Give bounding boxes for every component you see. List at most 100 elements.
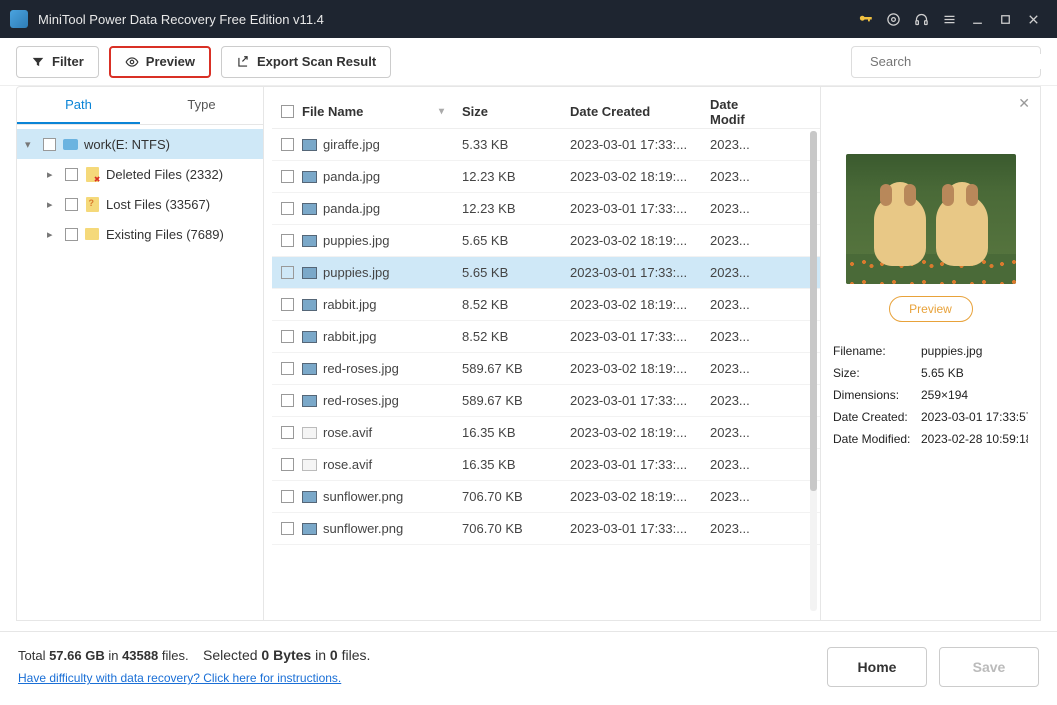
total-mid: in: [105, 648, 122, 663]
file-modified: 2023...: [710, 329, 770, 344]
search-input[interactable]: [870, 54, 1046, 69]
file-checkbox[interactable]: [281, 522, 294, 535]
file-checkbox[interactable]: [281, 298, 294, 311]
sort-arrow-icon[interactable]: ▾: [439, 106, 444, 117]
headphones-icon[interactable]: [907, 5, 935, 33]
file-row[interactable]: rose.avif16.35 KB2023-03-01 17:33:...202…: [272, 449, 820, 481]
file-modified: 2023...: [710, 233, 770, 248]
window-title: MiniTool Power Data Recovery Free Editio…: [38, 12, 851, 27]
tree-checkbox[interactable]: [65, 198, 78, 211]
tree-tabs: Path Type: [17, 87, 263, 125]
file-checkbox[interactable]: [281, 458, 294, 471]
file-row[interactable]: rabbit.jpg8.52 KB2023-03-01 17:33:...202…: [272, 321, 820, 353]
file-row[interactable]: giraffe.jpg5.33 KB2023-03-01 17:33:...20…: [272, 129, 820, 161]
search-box[interactable]: [851, 46, 1041, 78]
maximize-icon[interactable]: [991, 5, 1019, 33]
col-filename[interactable]: File Name: [302, 104, 363, 119]
meta-modified-key: Date Modified:: [833, 432, 921, 446]
file-row[interactable]: red-roses.jpg589.67 KB2023-03-02 18:19:.…: [272, 353, 820, 385]
caret-down-icon[interactable]: ▾: [25, 138, 37, 151]
file-name: sunflower.png: [323, 521, 403, 536]
file-row[interactable]: puppies.jpg5.65 KB2023-03-02 18:19:...20…: [272, 225, 820, 257]
file-created: 2023-03-01 17:33:...: [570, 137, 710, 152]
file-checkbox[interactable]: [281, 202, 294, 215]
file-name: giraffe.jpg: [323, 137, 380, 152]
file-checkbox[interactable]: [281, 330, 294, 343]
menu-icon[interactable]: [935, 5, 963, 33]
file-modified: 2023...: [710, 521, 770, 536]
file-checkbox[interactable]: [281, 266, 294, 279]
filter-icon: [31, 55, 45, 69]
tab-type[interactable]: Type: [140, 87, 263, 124]
file-row[interactable]: rabbit.jpg8.52 KB2023-03-02 18:19:...202…: [272, 289, 820, 321]
file-size: 5.65 KB: [462, 265, 570, 280]
total-prefix: Total: [18, 648, 49, 663]
tree-existing-files[interactable]: ▸ Existing Files (7689): [17, 219, 263, 249]
file-row[interactable]: sunflower.png706.70 KB2023-03-01 17:33:.…: [272, 513, 820, 545]
preview-button[interactable]: Preview: [109, 46, 211, 78]
tree-root[interactable]: ▾ work(E: NTFS): [17, 129, 263, 159]
col-modified[interactable]: Date Modif: [710, 97, 770, 127]
image-thumb-icon: [302, 299, 317, 311]
tree-checkbox[interactable]: [65, 228, 78, 241]
file-created: 2023-03-01 17:33:...: [570, 457, 710, 472]
file-modified: 2023...: [710, 393, 770, 408]
scrollbar-track[interactable]: [810, 131, 817, 611]
file-checkbox[interactable]: [281, 234, 294, 247]
tab-path[interactable]: Path: [17, 87, 140, 124]
tree-lost-files[interactable]: ▸ Lost Files (33567): [17, 189, 263, 219]
file-size: 8.52 KB: [462, 297, 570, 312]
export-button[interactable]: Export Scan Result: [221, 46, 391, 78]
file-row[interactable]: red-roses.jpg589.67 KB2023-03-01 17:33:.…: [272, 385, 820, 417]
file-checkbox[interactable]: [281, 394, 294, 407]
image-thumb-icon: [302, 523, 317, 535]
file-row[interactable]: sunflower.png706.70 KB2023-03-02 18:19:.…: [272, 481, 820, 513]
file-modified: 2023...: [710, 265, 770, 280]
file-row[interactable]: panda.jpg12.23 KB2023-03-02 18:19:...202…: [272, 161, 820, 193]
filter-button[interactable]: Filter: [16, 46, 99, 78]
caret-right-icon[interactable]: ▸: [47, 228, 59, 241]
caret-right-icon[interactable]: ▸: [47, 168, 59, 181]
meta-size-value: 5.65 KB: [921, 366, 1028, 380]
file-modified: 2023...: [710, 361, 770, 376]
home-button[interactable]: Home: [827, 647, 927, 687]
file-name: rose.avif: [323, 425, 372, 440]
col-created[interactable]: Date Created: [570, 104, 710, 119]
file-checkbox[interactable]: [281, 362, 294, 375]
total-files: 43588: [122, 648, 158, 663]
open-preview-button[interactable]: Preview: [889, 296, 973, 322]
help-link[interactable]: Have difficulty with data recovery? Clic…: [18, 671, 341, 685]
file-checkbox[interactable]: [281, 170, 294, 183]
tree-checkbox[interactable]: [65, 168, 78, 181]
file-row[interactable]: puppies.jpg5.65 KB2023-03-01 17:33:...20…: [272, 257, 820, 289]
file-size: 589.67 KB: [462, 393, 570, 408]
file-row[interactable]: rose.avif16.35 KB2023-03-02 18:19:...202…: [272, 417, 820, 449]
lost-folder-icon: [84, 196, 100, 212]
select-all-checkbox[interactable]: [281, 105, 294, 118]
save-button[interactable]: Save: [939, 647, 1039, 687]
close-icon[interactable]: [1019, 5, 1047, 33]
scrollbar-thumb[interactable]: [810, 131, 817, 491]
file-row[interactable]: panda.jpg12.23 KB2023-03-01 17:33:...202…: [272, 193, 820, 225]
tree-deleted-files[interactable]: ▸ Deleted Files (2332): [17, 159, 263, 189]
file-name: sunflower.png: [323, 489, 403, 504]
disc-icon[interactable]: [879, 5, 907, 33]
file-size: 8.52 KB: [462, 329, 570, 344]
preview-panel: ✕ Preview Filename:puppies.jpg Size:5.65…: [821, 86, 1041, 621]
caret-right-icon[interactable]: ▸: [47, 198, 59, 211]
tree-checkbox[interactable]: [43, 138, 56, 151]
file-created: 2023-03-01 17:33:...: [570, 201, 710, 216]
folder-icon: [84, 226, 100, 242]
file-size: 706.70 KB: [462, 521, 570, 536]
file-modified: 2023...: [710, 201, 770, 216]
file-checkbox[interactable]: [281, 426, 294, 439]
license-key-icon[interactable]: [851, 5, 879, 33]
file-checkbox[interactable]: [281, 490, 294, 503]
file-modified: 2023...: [710, 297, 770, 312]
file-checkbox[interactable]: [281, 138, 294, 151]
file-list[interactable]: giraffe.jpg5.33 KB2023-03-01 17:33:...20…: [272, 129, 820, 609]
close-preview-icon[interactable]: ✕: [1018, 95, 1030, 112]
file-name: rose.avif: [323, 457, 372, 472]
col-size[interactable]: Size: [462, 104, 570, 119]
minimize-icon[interactable]: [963, 5, 991, 33]
